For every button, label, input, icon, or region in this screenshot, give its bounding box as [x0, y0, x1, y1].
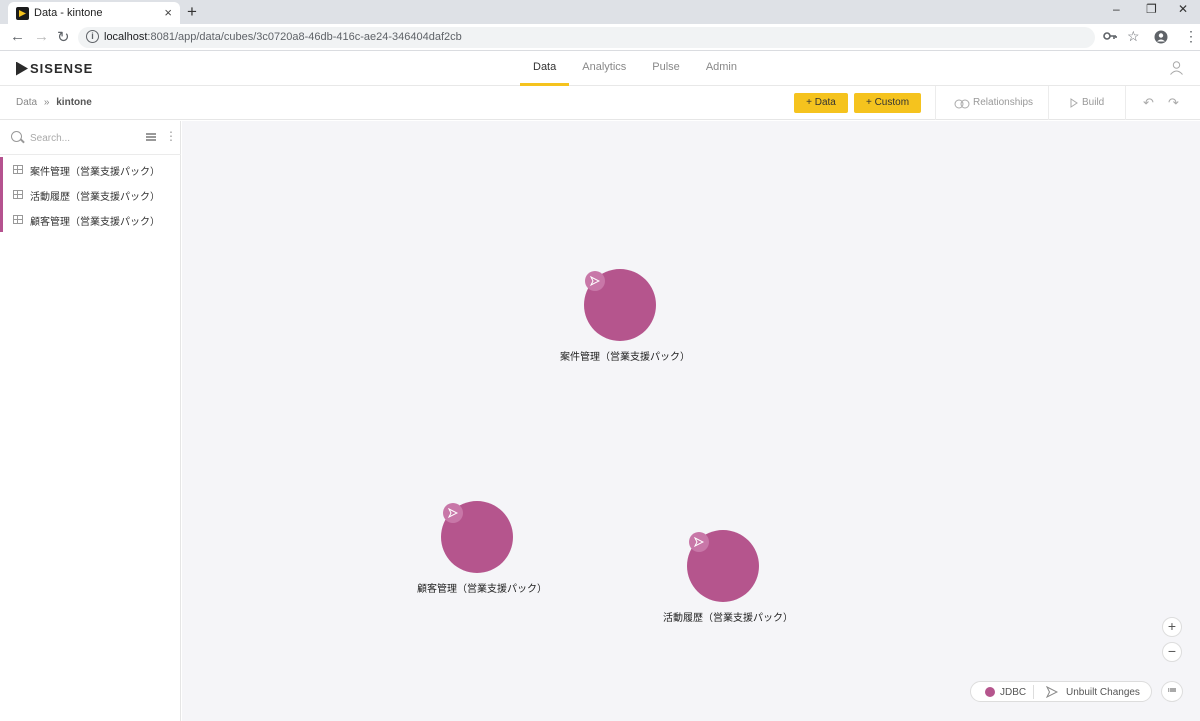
forward-icon[interactable]: → [34, 28, 49, 45]
browser-tab-strip: Data - kintone × + – ❐ ✕ [0, 0, 1200, 24]
close-tab-icon[interactable]: × [164, 5, 172, 20]
url-text: localhost:8081/app/data/cubes/3c0720a8-4… [104, 31, 462, 43]
tab-title: Data - kintone [34, 7, 103, 19]
add-data-button[interactable]: + Data [794, 93, 848, 113]
restore-icon[interactable]: ❐ [1146, 2, 1157, 16]
zoom-in-button[interactable]: + [1162, 617, 1182, 637]
browser-menu-icon[interactable]: ⋮ [1184, 28, 1198, 45]
toolbar-divider [1125, 86, 1126, 120]
search-icon [11, 131, 22, 142]
sidebar-item-anken[interactable]: 案件管理（営業支援パック） [0, 157, 181, 182]
list-view-icon[interactable] [146, 133, 156, 141]
data-toolbar: Data » kintone + Data + Custom Relations… [0, 86, 1200, 120]
add-custom-button[interactable]: + Custom [854, 93, 921, 113]
unbuilt-badge-icon [689, 532, 709, 552]
canvas-legend: JDBC Unbuilt Changes [970, 681, 1152, 702]
datasource-sidebar: ⋮ 案件管理（営業支援パック） 活動履歴（営業支援パック） 顧客管理（営業支援パ… [0, 121, 181, 721]
relationships-icon[interactable] [954, 99, 970, 109]
sidebar-item-label: 活動履歴（営業支援パック） [30, 192, 160, 203]
nav-analytics[interactable]: Analytics [569, 51, 639, 86]
sidebar-item-label: 案件管理（営業支援パック） [30, 167, 160, 178]
legend-unbuilt: Unbuilt Changes [1066, 687, 1140, 698]
address-bar: ← → ↻ i localhost:8081/app/data/cubes/3c… [0, 24, 1200, 51]
browser-tab[interactable]: Data - kintone × [8, 2, 180, 24]
legend-toggle-icon[interactable]: ≔ [1161, 681, 1183, 702]
sidebar-item-katsudo[interactable]: 活動履歴（営業支援パック） [0, 182, 181, 207]
sidebar-item-kokyaku[interactable]: 顧客管理（営業支援パック） [0, 207, 181, 232]
logo-text: SISENSE [30, 61, 94, 76]
legend-jdbc: JDBC [1000, 687, 1027, 698]
unbuilt-badge-icon [443, 503, 463, 523]
build-play-icon[interactable] [1070, 98, 1078, 108]
toolbar-divider [935, 86, 936, 120]
new-tab-button[interactable]: + [187, 2, 197, 22]
undo-icon[interactable]: ↶ [1143, 95, 1154, 111]
nav-admin[interactable]: Admin [693, 51, 750, 86]
back-icon[interactable]: ← [10, 28, 25, 45]
bookmark-star-icon[interactable]: ☆ [1127, 28, 1140, 45]
nav-data[interactable]: Data [520, 51, 570, 86]
node-label: 活動履歴（営業支援パック） [663, 613, 793, 624]
node-label: 案件管理（営業支援パック） [560, 352, 690, 363]
main-nav: Data Analytics Pulse Admin [520, 51, 750, 86]
user-icon[interactable] [1170, 61, 1183, 75]
search-input[interactable] [30, 130, 130, 146]
profile-icon[interactable] [1154, 30, 1168, 44]
info-icon[interactable]: i [86, 30, 99, 43]
sidebar-search: ⋮ [0, 121, 181, 155]
app-header: SISENSE Data Analytics Pulse Admin [0, 51, 1200, 86]
key-icon[interactable] [1103, 31, 1117, 41]
nav-pulse[interactable]: Pulse [639, 51, 693, 86]
more-options-icon[interactable]: ⋮ [165, 130, 177, 142]
reload-icon[interactable]: ↻ [57, 28, 70, 46]
sisense-logo-icon [16, 61, 28, 76]
breadcrumb-separator-icon: » [43, 97, 50, 108]
table-icon [13, 215, 23, 224]
build-button[interactable]: Build [1082, 97, 1104, 108]
sidebar-item-label: 顧客管理（営業支援パック） [30, 217, 160, 228]
node-label: 顧客管理（営業支援パック） [417, 584, 547, 595]
breadcrumb-data[interactable]: Data [16, 97, 37, 108]
url-field[interactable]: i localhost:8081/app/data/cubes/3c0720a8… [78, 27, 1095, 48]
relationships-button[interactable]: Relationships [973, 97, 1033, 108]
breadcrumb: Data » kintone [16, 97, 92, 108]
legend-divider [1033, 685, 1034, 699]
unbuilt-badge-icon [585, 271, 605, 291]
toolbar-divider [1048, 86, 1049, 120]
close-window-icon[interactable]: ✕ [1178, 2, 1188, 16]
sisense-logo[interactable]: SISENSE [16, 61, 93, 76]
table-icon [13, 190, 23, 199]
breadcrumb-current: kintone [56, 97, 92, 108]
jdbc-dot-icon [985, 687, 995, 697]
zoom-out-button[interactable]: − [1162, 642, 1182, 662]
table-icon [13, 165, 23, 174]
minimize-icon[interactable]: – [1113, 2, 1120, 16]
schema-canvas[interactable]: 案件管理（営業支援パック） 顧客管理（営業支援パック） 活動履歴（営業支援パック… [182, 121, 1200, 721]
unbuilt-icon [1046, 686, 1058, 698]
redo-icon[interactable]: ↷ [1168, 95, 1179, 111]
sisense-favicon-icon [16, 7, 29, 20]
